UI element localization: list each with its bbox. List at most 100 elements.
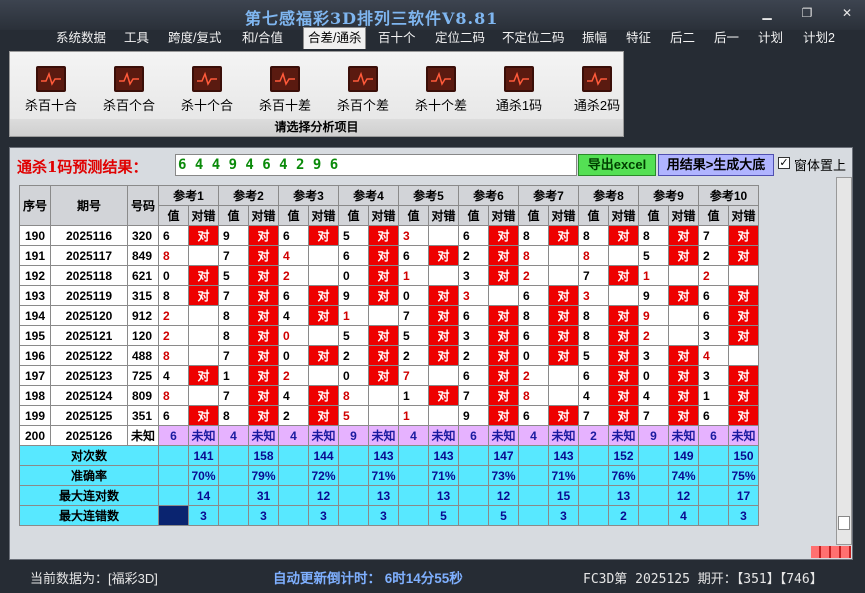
pending-status: 未知 [368, 425, 399, 446]
stats-empty [578, 505, 609, 526]
value-cell: 0 [518, 345, 549, 366]
menu-item-3[interactable]: 跨度/复式 [168, 28, 221, 48]
stats-value: 147 [488, 445, 519, 466]
hit-mark: 对 [548, 325, 579, 346]
table-row[interactable]: 190 2025116 320 6 对 9 对 6 对 5 对 3 6 对 8 对 8 对 8 对 7 对 [19, 225, 759, 246]
value-cell: 5 [338, 325, 369, 346]
pending-status: 未知 [428, 425, 459, 446]
ribbon-button-4[interactable]: 杀百十差 [249, 66, 321, 116]
export-excel-button[interactable]: 导出excel [578, 154, 656, 176]
hit-mark: 对 [668, 385, 699, 406]
stats-empty [398, 445, 429, 466]
generate-base-button[interactable]: 用结果>生成大底 [658, 154, 774, 176]
value-cell: 6 [338, 245, 369, 266]
ribbon-button-3[interactable]: 杀十个合 [171, 66, 243, 116]
hit-mark: 对 [548, 285, 579, 306]
menu-item-6[interactable]: 百十个 [378, 28, 416, 48]
close-icon[interactable]: ✕ [840, 6, 854, 20]
miss-mark [188, 345, 219, 366]
pending-status: 未知 [308, 425, 339, 446]
menu-item-14[interactable]: 计划2 [803, 28, 835, 48]
value-cell: 3 [458, 265, 489, 286]
hit-mark: 对 [668, 225, 699, 246]
stats-empty [338, 505, 369, 526]
table-row[interactable]: 195 2025121 120 2 8 对 0 5 对 5 对 3 对 6 对 8 对 2 3 对 [19, 325, 759, 346]
ribbon-button-1[interactable]: 杀百十合 [15, 66, 87, 116]
stay-on-top-label: 窗体置上 [794, 158, 847, 173]
hit-mark: 对 [368, 265, 399, 286]
table-row[interactable]: 199 2025125 351 6 对 8 对 2 对 5 1 9 对 6 对 7 对 7 对 6 对 [19, 405, 759, 426]
menu-item-1[interactable]: 系统数据 [56, 28, 106, 48]
stats-value: 3 [368, 505, 399, 526]
value-cell: 8 [518, 385, 549, 406]
stats-empty [698, 465, 729, 486]
table-row[interactable]: 194 2025120 912 2 8 对 4 对 1 7 对 6 对 8 对 8 对 9 6 对 [19, 305, 759, 326]
value-cell: 8 [518, 245, 549, 266]
stats-value: 5 [428, 505, 459, 526]
table-row[interactable]: 198 2025124 809 8 7 对 4 对 8 1 对 7 对 8 4 对 4 对 1 对 [19, 385, 759, 406]
hit-mark: 对 [248, 225, 279, 246]
stay-on-top-checkbox[interactable]: ✓ [778, 157, 790, 169]
stats-value: 144 [308, 445, 339, 466]
value-cell: 0 [338, 365, 369, 386]
resize-grip[interactable] [811, 546, 851, 558]
stats-value: 70% [188, 465, 219, 486]
restore-icon[interactable]: ❐ [800, 6, 814, 20]
value-cell: 2 [458, 245, 489, 266]
stats-empty [338, 465, 369, 486]
table-row[interactable]: 197 2025123 725 4 对 1 对 2 0 对 7 6 对 2 6 对 0 对 3 对 [19, 365, 759, 386]
pending-number: 未知 [127, 425, 159, 446]
ribbon-button-label: 杀百十差 [258, 98, 311, 113]
chart-icon [270, 66, 300, 92]
menu-item-9[interactable]: 振幅 [582, 28, 607, 48]
hit-mark: 对 [668, 245, 699, 266]
vertical-scrollbar[interactable] [836, 177, 852, 545]
table-row[interactable]: 192 2025118 621 0 对 5 对 2 0 对 1 3 对 2 7 对 1 2 [19, 265, 759, 286]
ribbon-caption: 请选择分析项目 [10, 119, 623, 136]
hit-mark: 对 [308, 225, 339, 246]
menu-item-13[interactable]: 计划 [758, 28, 783, 48]
chart-icon [582, 66, 612, 92]
ribbon-button-label: 通杀2码 [573, 98, 621, 113]
table-row[interactable]: 196 2025122 488 8 7 对 0 对 2 对 2 对 2 对 0 对 5 对 3 对 4 [19, 345, 759, 366]
menu-item-7[interactable]: 定位二码 [435, 28, 485, 48]
hit-mark: 对 [608, 325, 639, 346]
miss-mark [668, 265, 699, 286]
menu-item-8[interactable]: 不定位二码 [502, 28, 565, 48]
menu-item-10[interactable]: 特征 [626, 28, 651, 48]
hit-mark: 对 [488, 405, 519, 426]
stats-empty [698, 445, 729, 466]
pending-period: 2025126 [50, 425, 128, 446]
value-header: 值 [578, 205, 609, 226]
menu-item-4[interactable]: 和/合值 [242, 28, 283, 48]
ribbon-button-2[interactable]: 杀百个合 [93, 66, 165, 116]
miss-mark [368, 385, 399, 406]
table-row[interactable]: 191 2025117 849 8 7 对 4 6 对 6 对 2 对 8 8 5 对 2 对 [19, 245, 759, 266]
stats-empty [398, 465, 429, 486]
seq-cell: 196 [19, 345, 51, 366]
ribbon-button-8[interactable]: 通杀2码 [561, 66, 633, 116]
stats-empty [638, 505, 669, 526]
menu-item-2[interactable]: 工具 [124, 28, 149, 48]
value-cell: 8 [518, 225, 549, 246]
ribbon-button-5[interactable]: 杀百个差 [327, 66, 399, 116]
value-cell: 6 [158, 225, 189, 246]
ribbon-button-6[interactable]: 杀十个差 [405, 66, 477, 116]
stats-value: 71% [548, 465, 579, 486]
ribbon-button-label: 杀十个合 [180, 98, 233, 113]
value-cell: 5 [398, 325, 429, 346]
stats-value: 4 [668, 505, 699, 526]
minimize-icon[interactable]: ▁ [760, 6, 774, 20]
table-row[interactable]: 193 2025119 315 8 对 7 对 6 对 9 对 0 对 3 6 对 3 9 对 6 对 [19, 285, 759, 306]
scroll-thumb[interactable] [838, 516, 850, 530]
result-field[interactable]: 6 4 4 9 4 6 4 2 9 6 [175, 154, 577, 176]
stats-label: 最大连对数 [19, 485, 159, 506]
value-cell: 3 [698, 365, 729, 386]
ribbon-button-7[interactable]: 通杀1码 [483, 66, 555, 116]
menu-item-12[interactable]: 后一 [714, 28, 739, 48]
stats-empty [398, 505, 429, 526]
menu-item-5[interactable]: 合差/通杀 [303, 27, 367, 49]
menu-item-11[interactable]: 后二 [670, 28, 695, 48]
stats-row: 最大连对数 14 31 12 13 13 12 15 13 12 17 [19, 485, 759, 506]
miss-mark [428, 405, 459, 426]
